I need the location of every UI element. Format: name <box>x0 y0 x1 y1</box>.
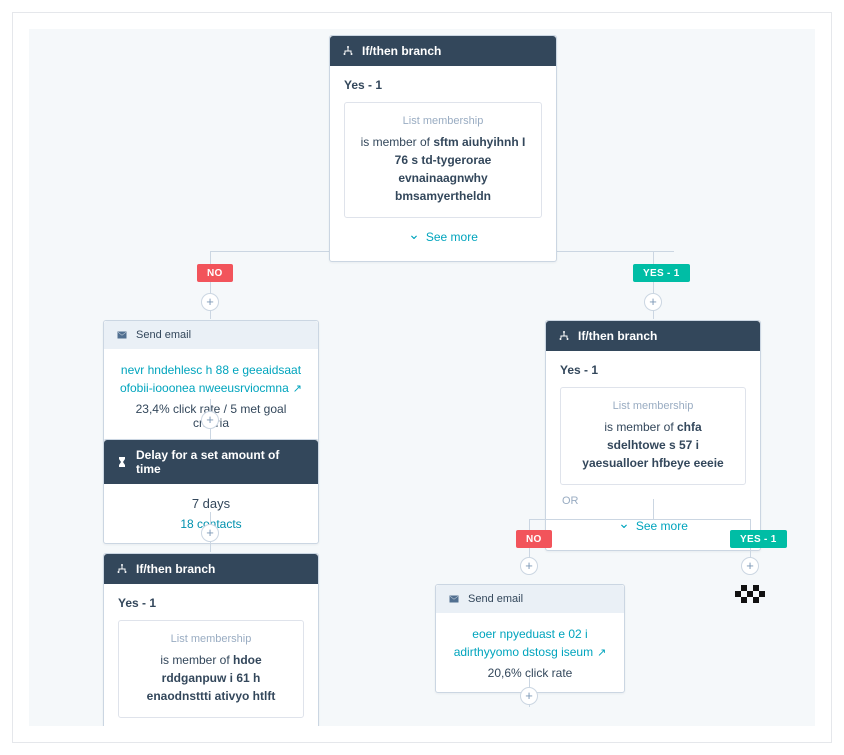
no-badge: NO <box>516 530 552 548</box>
frame: If/then branch Yes - 1 List membership i… <box>12 12 832 743</box>
criteria-prefix: is member of <box>361 135 434 149</box>
card-title: If/then branch <box>136 562 215 576</box>
email-stats: 20,6% click rate <box>450 666 610 680</box>
criteria-label: List membership <box>133 633 289 645</box>
connector <box>653 499 654 519</box>
criteria-box: List membership is member of hdoe rddgan… <box>118 620 304 718</box>
option-label: Yes - 1 <box>344 78 542 92</box>
criteria-label: List membership <box>359 115 527 127</box>
yes-badge: YES - 1 <box>633 264 690 282</box>
ifthen-branch-card[interactable]: If/then branch Yes - 1 List membership i… <box>103 553 319 726</box>
card-header: Send email <box>104 321 318 349</box>
card-header: Send email <box>436 585 624 613</box>
external-link-icon: ↗ <box>293 383 302 395</box>
ifthen-branch-card[interactable]: If/then branch Yes - 1 List membership i… <box>329 35 557 262</box>
add-action-button[interactable]: + <box>201 524 219 542</box>
card-body: Yes - 1 List membership is member of hdo… <box>104 584 318 726</box>
branch-icon <box>116 563 128 575</box>
yes-badge: YES - 1 <box>730 530 787 548</box>
add-action-button[interactable]: + <box>201 293 219 311</box>
card-header: Delay for a set amount of time <box>104 440 318 484</box>
criteria-prefix: is member of <box>160 653 233 667</box>
card-body: Yes - 1 List membership is member of sft… <box>330 66 556 261</box>
card-body: Yes - 1 List membership is member of chf… <box>546 351 760 550</box>
see-more-label: See more <box>426 230 478 244</box>
card-title: Delay for a set amount of time <box>136 448 306 476</box>
criteria-text: is member of chfa sdelhtowe s 57 i yaesu… <box>575 418 731 472</box>
criteria-prefix: is member of <box>604 420 677 434</box>
criteria-label: List membership <box>575 400 731 412</box>
send-email-card[interactable]: Send email eoer npyeduast e 02 i adirthy… <box>435 584 625 693</box>
option-label: Yes - 1 <box>118 596 304 610</box>
email-icon <box>448 593 460 605</box>
email-link-text: nevr hndehlesc h 88 e geeaidsaat ofobii-… <box>120 363 301 395</box>
see-more-label: See more <box>636 519 688 533</box>
add-action-button[interactable]: + <box>520 557 538 575</box>
card-title: If/then branch <box>362 44 441 58</box>
card-title: If/then branch <box>578 329 657 343</box>
add-action-button[interactable]: + <box>644 293 662 311</box>
card-title: Send email <box>468 593 523 605</box>
email-link-text: eoer npyeduast e 02 i adirthyyomo dstosg… <box>454 627 593 659</box>
criteria-text: is member of hdoe rddganpuw i 61 h enaod… <box>133 651 289 705</box>
delay-days: 7 days <box>118 496 304 511</box>
add-action-button[interactable]: + <box>520 687 538 705</box>
criteria-box: List membership is member of sftm aiuhyi… <box>344 102 542 218</box>
add-action-button[interactable]: + <box>741 557 759 575</box>
card-header: If/then branch <box>330 36 556 66</box>
connector <box>529 519 751 520</box>
criteria-box: List membership is member of chfa sdelht… <box>560 387 746 485</box>
hourglass-icon <box>116 456 128 468</box>
email-link[interactable]: nevr hndehlesc h 88 e geeaidsaat ofobii-… <box>118 361 304 398</box>
goal-terminator-icon <box>735 585 765 603</box>
option-label: Yes - 1 <box>560 363 746 377</box>
workflow-canvas[interactable]: If/then branch Yes - 1 List membership i… <box>29 29 815 726</box>
card-body: eoer npyeduast e 02 i adirthyyomo dstosg… <box>436 613 624 692</box>
branch-icon <box>342 45 354 57</box>
no-badge: NO <box>197 264 233 282</box>
add-action-button[interactable]: + <box>201 411 219 429</box>
criteria-text: is member of sftm aiuhyihnh I 76 s td-ty… <box>359 133 527 205</box>
email-link[interactable]: eoer npyeduast e 02 i adirthyyomo dstosg… <box>450 625 610 662</box>
email-icon <box>116 329 128 341</box>
card-header: If/then branch <box>104 554 318 584</box>
card-header: If/then branch <box>546 321 760 351</box>
branch-icon <box>558 330 570 342</box>
see-more-button[interactable]: See more <box>344 218 542 249</box>
card-title: Send email <box>136 329 191 341</box>
external-link-icon: ↗ <box>597 647 606 659</box>
